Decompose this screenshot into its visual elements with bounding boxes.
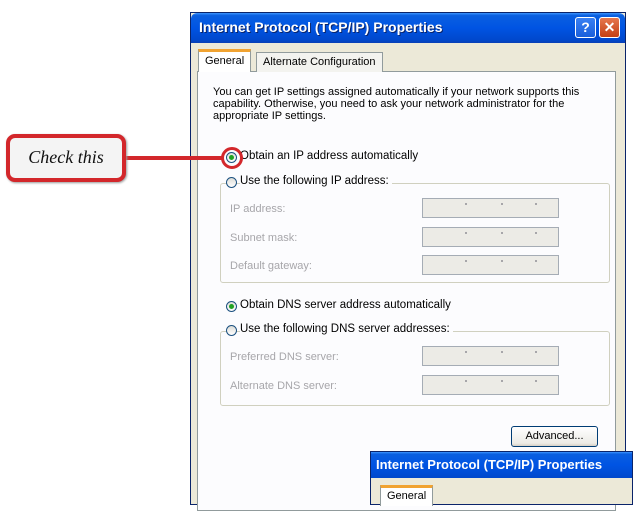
default-gateway-label: Default gateway: bbox=[230, 260, 312, 272]
title-bar[interactable]: Internet Protocol (TCP/IP) Properties ? … bbox=[191, 13, 625, 43]
default-gateway-field bbox=[422, 255, 559, 275]
second-window-title: Internet Protocol (TCP/IP) Properties bbox=[376, 457, 603, 472]
use-following-dns-radio[interactable] bbox=[226, 325, 237, 336]
callout-box: Check this bbox=[6, 134, 126, 182]
obtain-dns-auto-radio[interactable] bbox=[226, 301, 237, 312]
preferred-dns-field bbox=[422, 346, 559, 366]
use-following-ip-label[interactable]: Use the following IP address: bbox=[240, 175, 392, 187]
subnet-mask-label: Subnet mask: bbox=[230, 232, 298, 244]
subnet-mask-field bbox=[422, 227, 559, 247]
tab-alternate-configuration[interactable]: Alternate Configuration bbox=[256, 52, 383, 72]
callout-text: Check this bbox=[28, 147, 104, 167]
tab-general[interactable]: General bbox=[198, 49, 252, 72]
alternate-dns-label: Alternate DNS server: bbox=[230, 380, 337, 392]
obtain-dns-auto-label[interactable]: Obtain DNS server address automatically bbox=[240, 299, 451, 311]
preferred-dns-label: Preferred DNS server: bbox=[230, 351, 339, 363]
help-icon[interactable]: ? bbox=[575, 17, 596, 38]
description-text: You can get IP settings assigned automat… bbox=[213, 86, 580, 122]
close-icon[interactable]: ✕ bbox=[599, 17, 620, 38]
callout-pointer-line bbox=[125, 156, 224, 160]
second-title-bar[interactable]: Internet Protocol (TCP/IP) Properties bbox=[371, 452, 632, 478]
obtain-ip-auto-label[interactable]: Obtain an IP address automatically bbox=[240, 150, 419, 162]
second-tab-general[interactable]: General bbox=[380, 485, 434, 506]
use-following-dns-label[interactable]: Use the following DNS server addresses: bbox=[240, 323, 453, 335]
advanced-button[interactable]: Advanced... bbox=[511, 426, 598, 447]
ip-address-label: IP address: bbox=[230, 203, 286, 215]
use-following-ip-radio[interactable] bbox=[226, 177, 237, 188]
callout-highlight-ring bbox=[221, 147, 243, 169]
second-tcpip-window: Internet Protocol (TCP/IP) Properties Ge… bbox=[370, 451, 633, 506]
window-title: Internet Protocol (TCP/IP) Properties bbox=[199, 19, 443, 35]
ip-address-field bbox=[422, 198, 559, 218]
alternate-dns-field bbox=[422, 375, 559, 395]
